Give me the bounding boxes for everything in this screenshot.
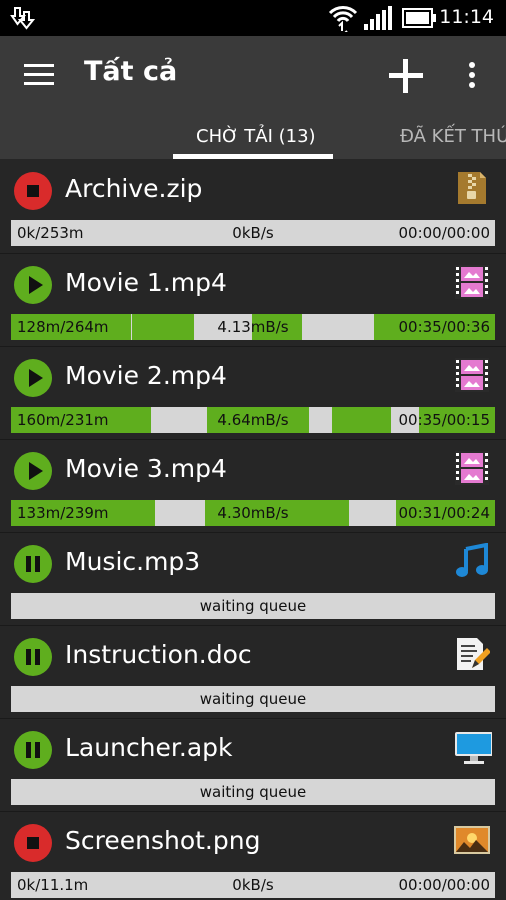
stop-icon[interactable] bbox=[14, 172, 52, 210]
file-name: Instruction.doc bbox=[65, 640, 252, 669]
list-item[interactable]: Movie 2.mp4 160m/231m 4.64mB/s 00:35/00:… bbox=[0, 346, 506, 440]
file-name: Screenshot.png bbox=[65, 826, 261, 855]
stop-icon[interactable] bbox=[14, 824, 52, 862]
file-name: Movie 1.mp4 bbox=[65, 268, 227, 297]
list-item[interactable]: Music.mp3 waiting queue bbox=[0, 532, 506, 626]
elapsed-remaining-time: 00:35/00:36 bbox=[398, 318, 490, 336]
progress-bar: 0k/11.1m 0kB/s 00:00/00:00 bbox=[11, 872, 495, 898]
list-item[interactable]: Movie 3.mp4 133m/239m 4.30mB/s 00:31/00:… bbox=[0, 439, 506, 533]
play-icon[interactable] bbox=[14, 266, 52, 304]
video-file-icon bbox=[455, 358, 489, 392]
file-name: Music.mp3 bbox=[65, 547, 201, 576]
video-file-icon bbox=[455, 265, 489, 299]
file-name: Movie 3.mp4 bbox=[65, 454, 227, 483]
monitor-icon bbox=[455, 732, 492, 764]
page-title: Tất cả bbox=[84, 56, 178, 87]
more-options-icon[interactable] bbox=[462, 60, 482, 90]
download-notification-icon bbox=[10, 7, 36, 30]
queue-status: waiting queue bbox=[199, 783, 307, 801]
pause-icon[interactable] bbox=[14, 545, 52, 583]
add-icon[interactable] bbox=[386, 56, 426, 96]
elapsed-remaining-time: 00:00/00:00 bbox=[398, 224, 490, 242]
file-name: Launcher.apk bbox=[65, 733, 233, 762]
document-edit-icon bbox=[457, 638, 490, 670]
zip-archive-icon bbox=[458, 172, 486, 204]
file-name: Archive.zip bbox=[65, 174, 203, 203]
list-item[interactable]: Instruction.doc waiting queue bbox=[0, 625, 506, 719]
play-icon[interactable] bbox=[14, 452, 52, 490]
elapsed-remaining-time: 00:35/00:15 bbox=[398, 411, 490, 429]
list-item[interactable]: Movie 1.mp4 128m/264m 4.13mB/s 00:35/00:… bbox=[0, 253, 506, 347]
image-file-icon bbox=[454, 826, 490, 854]
pause-icon[interactable] bbox=[14, 638, 52, 676]
play-icon[interactable] bbox=[14, 359, 52, 397]
progress-bar: 128m/264m 4.13mB/s 00:35/00:36 bbox=[11, 314, 495, 340]
music-note-icon bbox=[456, 543, 488, 577]
battery-icon bbox=[402, 8, 436, 28]
elapsed-remaining-time: 00:00/00:00 bbox=[398, 876, 490, 894]
progress-bar: 160m/231m 4.64mB/s 00:35/00:15 bbox=[11, 407, 495, 433]
file-name: Movie 2.mp4 bbox=[65, 361, 227, 390]
tab-indicator bbox=[173, 154, 333, 159]
download-list: Archive.zip 0k/253m 0kB/s 00:00/00:00 Mo… bbox=[0, 160, 506, 900]
progress-bar: waiting queue bbox=[11, 779, 495, 805]
video-file-icon bbox=[455, 451, 489, 485]
pause-icon[interactable] bbox=[14, 731, 52, 769]
queue-status: waiting queue bbox=[199, 597, 307, 615]
tab-pending[interactable]: CHỜ TẢI (13) bbox=[196, 126, 316, 147]
signal-icon bbox=[364, 6, 392, 30]
clock: 11:14 bbox=[439, 6, 494, 28]
status-bar: 11:14 bbox=[0, 0, 506, 36]
list-item[interactable]: Archive.zip 0k/253m 0kB/s 00:00/00:00 bbox=[0, 160, 506, 253]
queue-status: waiting queue bbox=[199, 690, 307, 708]
app-bar: Tất cả CHỜ TẢI (13) ĐÃ KẾT THÚ bbox=[0, 36, 506, 159]
progress-bar: waiting queue bbox=[11, 593, 495, 619]
list-item[interactable]: Screenshot.png 0k/11.1m 0kB/s 00:00/00:0… bbox=[0, 811, 506, 900]
list-item[interactable]: Launcher.apk waiting queue bbox=[0, 718, 506, 812]
wifi-icon bbox=[328, 6, 358, 32]
tab-finished[interactable]: ĐÃ KẾT THÚ bbox=[400, 126, 506, 147]
progress-bar: 0k/253m 0kB/s 00:00/00:00 bbox=[11, 220, 495, 246]
menu-icon[interactable] bbox=[24, 64, 56, 88]
progress-bar: waiting queue bbox=[11, 686, 495, 712]
elapsed-remaining-time: 00:31/00:24 bbox=[398, 504, 490, 522]
progress-bar: 133m/239m 4.30mB/s 00:31/00:24 bbox=[11, 500, 495, 526]
